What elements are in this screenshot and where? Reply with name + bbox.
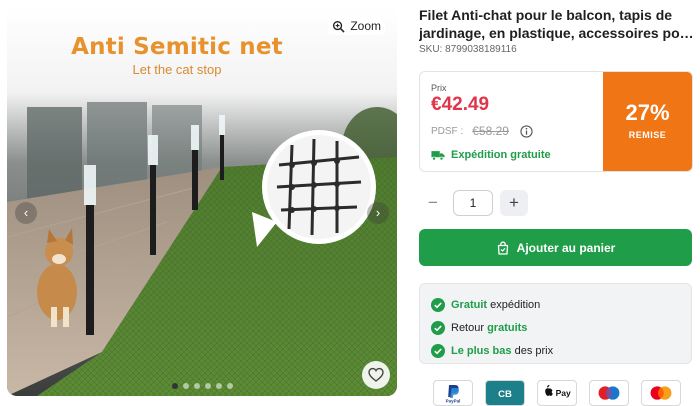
carte-bancaire-icon: CB [485,380,525,406]
product-title: Filet Anti-chat pour le balcon, tapis de… [419,6,697,42]
benefit-item: Gratuit expédition [431,293,680,316]
current-price: €42.49 [431,94,490,115]
magnifier-icon [333,20,345,33]
free-shipping-label: Expédition gratuite [451,149,551,161]
check-circle-icon [431,343,445,358]
discount-label: REMISE [628,130,667,140]
discount-badge: 27% REMISE [603,72,692,171]
benefits-box: Gratuit expédition Retour gratuits Le pl… [419,283,692,364]
free-shipping-row: Expédition gratuite [431,149,551,161]
pdsf-row: PDSF : €58.29 [431,124,533,138]
pdsf-price: €58.29 [472,124,509,138]
truck-icon [431,150,445,160]
quantity-decrease-button[interactable]: − [419,190,447,216]
paypal-icon: PayPal [433,380,473,406]
shopping-bag-icon [497,241,508,255]
gallery-dot[interactable] [172,383,178,389]
benefit-text: Retour [451,321,488,334]
svg-text:Pay: Pay [556,388,571,398]
add-to-cart-button[interactable]: Ajouter au panier [419,229,692,266]
benefit-bold: Le plus bas [451,344,512,357]
cb-text: CB [498,389,512,400]
check-circle-icon [431,320,445,335]
image-headline: Anti Semitic net [71,34,283,60]
product-image-gallery[interactable]: Anti Semitic net Let the cat stop Zoom ‹… [7,7,397,396]
previous-image-button[interactable]: ‹ [15,202,37,224]
paypal-text: PayPal [446,399,461,404]
gallery-dot[interactable] [194,383,200,389]
benefit-text: expédition [487,298,541,311]
favorite-button[interactable] [362,361,390,389]
product-title-line: jardinage, en plastique, accessoires pou… [419,25,697,41]
gallery-dots [172,383,233,389]
benefit-item: Le plus bas des prix [431,339,680,362]
payment-methods: PayPal CB Pay [433,380,681,406]
info-icon[interactable] [520,124,533,138]
price-card: Prix €42.49 PDSF : €58.29 Expédition gra… [419,71,693,172]
benefit-item: Retour gratuits [431,316,680,339]
mastercard-icon [641,380,681,406]
benefit-bold: Gratuit [451,298,488,311]
zoom-label: Zoom [350,19,381,33]
gallery-dot[interactable] [216,383,222,389]
gallery-dot[interactable] [183,383,189,389]
benefit-bold: gratuits [487,321,528,334]
chevron-left-icon: ‹ [23,205,29,220]
benefit-text: des prix [511,344,554,357]
discount-percent: 27% [625,100,670,125]
pdsf-label: PDSF : [431,125,464,137]
heart-icon [368,367,384,382]
zoom-button[interactable]: Zoom [328,17,385,35]
quantity-stepper: − + [419,190,528,216]
check-circle-icon [431,297,445,312]
quantity-input[interactable] [453,190,493,216]
gallery-dot[interactable] [227,383,233,389]
apple-pay-icon: Pay [537,380,577,406]
price-label: Prix [431,83,447,93]
chevron-right-icon: › [375,205,381,220]
image-subline: Let the cat stop [132,62,222,77]
product-sku: SKU: 8799038189116 [419,44,517,55]
add-to-cart-label: Ajouter au panier [516,240,616,255]
quantity-increase-button[interactable]: + [500,190,528,216]
maestro-icon [589,380,629,406]
gallery-dot[interactable] [205,383,211,389]
product-title-line: Filet Anti-chat pour le balcon, tapis de [419,7,673,23]
next-image-button[interactable]: › [367,202,389,224]
